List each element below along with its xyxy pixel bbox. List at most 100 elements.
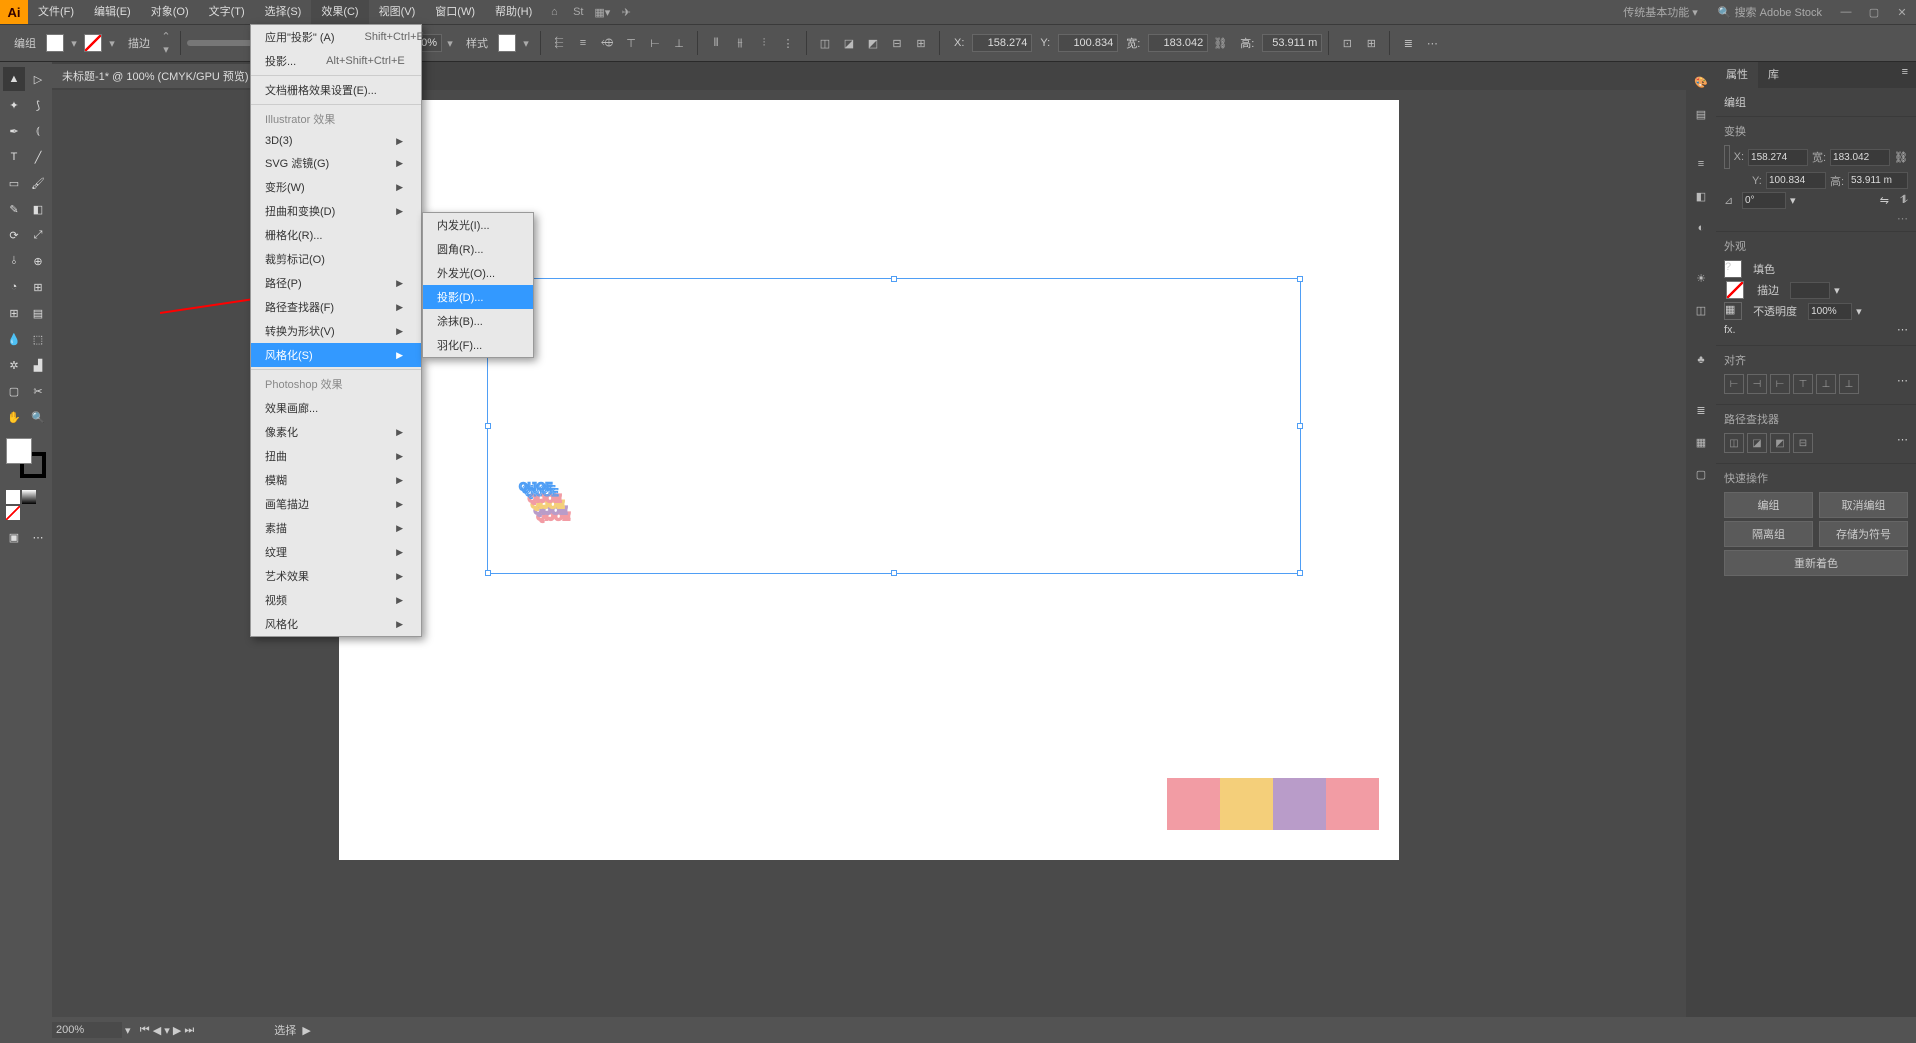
dd-convert-shape[interactable]: 转换为形状(V)▶ (251, 319, 421, 343)
eraser-tool[interactable]: ◧ (27, 197, 49, 221)
dist4-icon[interactable]: ⋮ (777, 32, 799, 54)
perspective-tool[interactable]: ⊞ (27, 275, 49, 299)
align-bottom-icon[interactable]: ⊥ (668, 32, 690, 54)
sub-drop-shadow[interactable]: 投影(D)... (423, 285, 533, 309)
transform-h[interactable] (1848, 172, 1908, 189)
selection-bbox[interactable] (487, 278, 1301, 574)
swatch-4[interactable] (1326, 778, 1379, 830)
shaper-tool[interactable]: ✎ (3, 197, 25, 221)
gpu-icon[interactable]: ✈ (614, 6, 638, 19)
fill-swatch[interactable] (46, 34, 64, 52)
symbol-spray-tool[interactable]: ✲ (3, 353, 25, 377)
align-right-icon[interactable]: ⬲ (596, 32, 618, 54)
stroke-swatch[interactable] (84, 34, 102, 52)
y-value[interactable]: 100.834 (1058, 34, 1118, 52)
menu-type[interactable]: 文字(T) (199, 0, 255, 24)
arrange-icon[interactable]: ▦▾ (590, 6, 614, 19)
hand-tool[interactable]: ✋ (3, 405, 25, 429)
pf-unite[interactable]: ◫ (1724, 433, 1744, 453)
blend-tool[interactable]: ⬚ (27, 327, 49, 351)
transform-w[interactable] (1830, 149, 1890, 166)
more-icon[interactable]: ⋯ (1421, 32, 1443, 54)
menu-window[interactable]: 窗口(W) (425, 0, 485, 24)
direct-select-tool[interactable]: ▷ (27, 67, 49, 91)
menu-effect[interactable]: 效果(C) (311, 0, 368, 24)
stroke-panel-icon[interactable]: ≡ (1689, 152, 1713, 176)
pf2-icon[interactable]: ◪ (838, 32, 860, 54)
fill-color-swatch[interactable]: ? (1724, 260, 1742, 278)
stroke-dd-sw[interactable]: ▾ (104, 37, 120, 50)
ref-point-icon[interactable] (1724, 145, 1730, 169)
transform-icon[interactable]: ⊞ (910, 32, 932, 54)
pf-intersect[interactable]: ◩ (1770, 433, 1790, 453)
dd-video[interactable]: 视频▶ (251, 588, 421, 612)
h-value[interactable]: 53.911 m (1262, 34, 1322, 52)
color-control[interactable] (6, 438, 46, 478)
swatch-1[interactable] (1167, 778, 1220, 830)
stroke-weight[interactable] (1790, 282, 1830, 299)
document-tab[interactable]: 未标题-1* @ 100% (CMYK/GPU 预览) × (52, 64, 273, 88)
sub-inner-glow[interactable]: 内发光(I)... (423, 213, 533, 237)
symbols-panel-icon[interactable]: ♣ (1689, 348, 1713, 372)
artboards-panel-icon[interactable]: ▢ (1689, 462, 1713, 486)
sub-feather[interactable]: 羽化(F)... (423, 333, 533, 357)
dd-pixelate[interactable]: 像素化▶ (251, 420, 421, 444)
group-button[interactable]: 编组 (1724, 492, 1813, 518)
line-tool[interactable]: ╱ (27, 145, 49, 169)
graphic-styles-icon[interactable]: ◫ (1689, 298, 1713, 322)
menu-object[interactable]: 对象(O) (141, 0, 199, 24)
workspace-switcher[interactable]: 传统基本功能 ▾ (1613, 4, 1708, 20)
dd-doc-raster[interactable]: 文档栅格效果设置(E)... (251, 78, 421, 102)
curvature-tool[interactable]: ⦅ (27, 119, 49, 143)
style-swatch[interactable] (498, 34, 516, 52)
prefs-icon[interactable]: ≣ (1397, 32, 1419, 54)
dd-sketch[interactable]: 素描▶ (251, 516, 421, 540)
menu-view[interactable]: 视图(V) (369, 0, 426, 24)
width-tool[interactable]: ⫰ (3, 249, 25, 273)
menu-help[interactable]: 帮助(H) (485, 0, 542, 24)
dd-svg[interactable]: SVG 滤镜(G)▶ (251, 151, 421, 175)
x-value[interactable]: 158.274 (972, 34, 1032, 52)
w-value[interactable]: 183.042 (1148, 34, 1208, 52)
swatch-2[interactable] (1220, 778, 1273, 830)
type-tool[interactable]: T (3, 145, 25, 169)
dd-stylize-ps[interactable]: 风格化▶ (251, 612, 421, 636)
swatches-panel-icon[interactable]: ▤ (1689, 102, 1713, 126)
dd-distort-ps[interactable]: 扭曲▶ (251, 444, 421, 468)
align-top-icon[interactable]: ⊤ (620, 32, 642, 54)
menu-edit[interactable]: 编辑(E) (84, 0, 141, 24)
rectangle-tool[interactable]: ▭ (3, 171, 25, 195)
home-icon[interactable]: ⌂ (542, 6, 566, 18)
lasso-tool[interactable]: ⟆ (27, 93, 49, 117)
pf-exclude[interactable]: ⊟ (1793, 433, 1813, 453)
shape-builder-tool[interactable]: ◔ (3, 275, 25, 299)
nav-last-icon[interactable]: ⏭ (184, 1024, 194, 1037)
scale-tool[interactable]: ⤢ (27, 223, 49, 247)
fill-dd[interactable]: ▾ (66, 37, 82, 50)
selection-tool[interactable]: ▲ (3, 67, 25, 91)
dd-brush-strokes[interactable]: 画笔描边▶ (251, 492, 421, 516)
close-icon[interactable]: ✕ (1888, 6, 1916, 19)
dd-stylize[interactable]: 风格化(S)▶ (251, 343, 421, 367)
dist3-icon[interactable]: ⫶ (753, 32, 775, 54)
dist2-icon[interactable]: ⫵ (729, 32, 751, 54)
save-symbol-button[interactable]: 存储为符号 (1819, 521, 1908, 547)
pf3-icon[interactable]: ◩ (862, 32, 884, 54)
sub-outer-glow[interactable]: 外发光(O)... (423, 261, 533, 285)
fx-label[interactable]: fx. (1724, 324, 1736, 336)
nav-first-icon[interactable]: ⏮ (140, 1024, 150, 1037)
assets-panel-icon[interactable]: ▦ (1689, 430, 1713, 454)
pen-tool[interactable]: ✒ (3, 119, 25, 143)
flip-h-icon[interactable]: ⇋ (1880, 194, 1889, 207)
align-hc[interactable]: ⊣ (1747, 374, 1767, 394)
menu-file[interactable]: 文件(F) (28, 0, 84, 24)
align-r[interactable]: ⊢ (1770, 374, 1790, 394)
color-palette[interactable] (1167, 778, 1379, 830)
gradient-tool[interactable]: ▤ (27, 301, 49, 325)
opacity-input[interactable] (1808, 303, 1852, 320)
swatch-3[interactable] (1273, 778, 1326, 830)
gradient-panel-icon[interactable]: ◧ (1689, 184, 1713, 208)
graph-tool[interactable]: ▟ (27, 353, 49, 377)
zoom-tool[interactable]: 🔍 (27, 405, 49, 429)
maximize-icon[interactable]: ▢ (1860, 6, 1888, 19)
